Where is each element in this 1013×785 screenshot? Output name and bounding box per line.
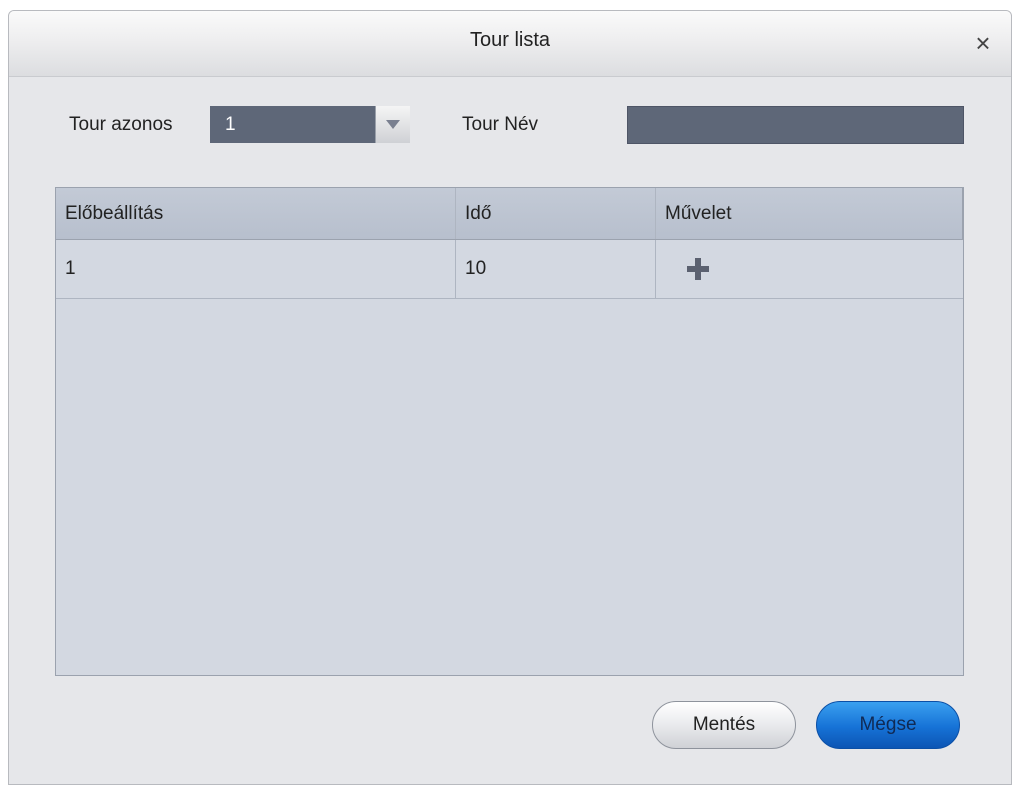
tour-id-select[interactable]: 1 bbox=[210, 106, 410, 143]
title-bar: Tour lista × bbox=[9, 11, 1011, 77]
save-button[interactable]: Mentés bbox=[652, 701, 796, 749]
cell-time[interactable]: 10 bbox=[456, 240, 656, 298]
tour-name-label: Tour Név bbox=[462, 114, 539, 135]
column-header-action[interactable]: Művelet bbox=[656, 188, 963, 239]
cell-action bbox=[656, 240, 963, 298]
cancel-button[interactable]: Mégse bbox=[816, 701, 960, 749]
cell-preset[interactable]: 1 bbox=[56, 240, 456, 298]
chevron-down-icon[interactable] bbox=[375, 106, 410, 143]
tour-name-input[interactable] bbox=[627, 106, 964, 144]
plus-icon[interactable] bbox=[687, 258, 709, 280]
close-icon[interactable]: × bbox=[971, 30, 995, 56]
tour-id-value: 1 bbox=[225, 114, 236, 135]
column-header-time[interactable]: Idő bbox=[456, 188, 656, 239]
tour-id-label: Tour azonos bbox=[69, 114, 173, 135]
preset-table: Előbeállítás Idő Művelet 1 10 bbox=[55, 187, 964, 676]
table-header: Előbeállítás Idő Művelet bbox=[56, 188, 963, 240]
dialog-title: Tour lista bbox=[469, 29, 551, 51]
table-row[interactable]: 1 10 bbox=[56, 240, 963, 299]
column-header-preset[interactable]: Előbeállítás bbox=[56, 188, 456, 239]
